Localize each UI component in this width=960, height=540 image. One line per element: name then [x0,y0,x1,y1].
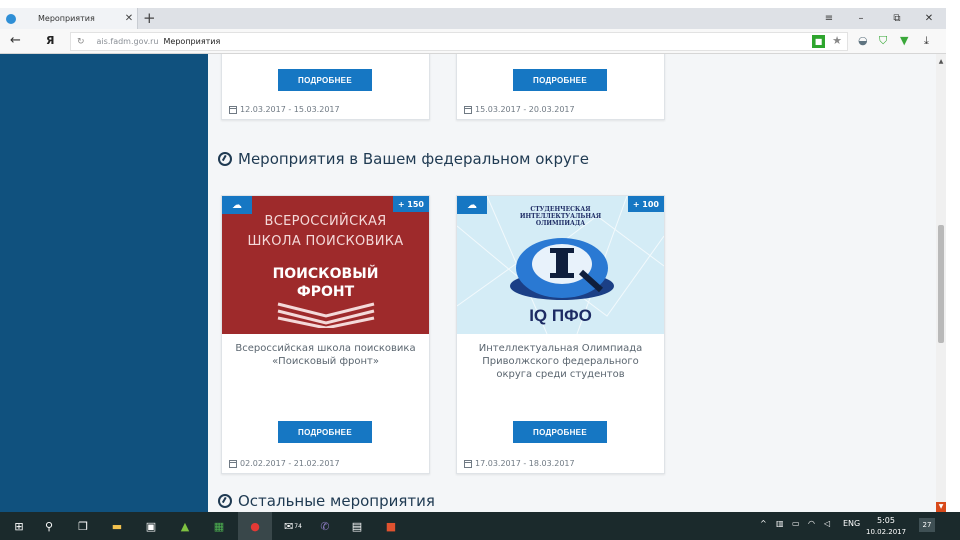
page-content: ПОДРОБНЕЕ 12.03.2017 - 15.03.2017 ПОДРОБ… [208,54,936,512]
tab-bar: Мероприятия ✕ + ≡ – ⧉ ✕ [0,8,946,29]
event-title[interactable]: Всероссийская школа поисковика «Поисковы… [230,342,421,368]
compass-icon [218,494,232,508]
wifi-icon[interactable]: ◠ [808,519,815,528]
powerpoint-icon[interactable]: ■ [374,512,408,540]
points-badge: + 100 [627,196,664,212]
screen: Мероприятия ✕ + ≡ – ⧉ ✕ ← Я ↻ ais.fadm.g… [0,0,960,540]
windows-start-icon[interactable]: ⊞ [2,512,36,540]
clock-time[interactable]: 5:05 [877,516,895,525]
store-icon[interactable]: ▣ [134,512,168,540]
clock-date[interactable]: 10.02.2017 [866,528,906,536]
image-text: ВСЕРОССИЙСКАЯ [264,214,387,229]
image-text: ПОИСКОВЫЙ [272,266,379,282]
close-window-button[interactable]: ✕ [914,8,944,29]
security-lock-icon[interactable]: ■ [812,35,825,48]
details-button[interactable]: ПОДРОБНЕЕ [278,421,372,443]
calculator-icon[interactable]: ▤ [340,512,374,540]
calendar-icon [229,105,237,114]
section-heading-other: Остальные мероприятия [218,492,435,510]
file-explorer-icon[interactable]: ▬ [100,512,134,540]
url-page-title: Мероприятия [163,37,221,46]
tray-chevron-icon[interactable]: ^ [760,519,767,528]
tab-events[interactable]: Мероприятия ✕ [0,8,138,29]
reload-icon[interactable]: ↻ [77,37,85,47]
image-text: IQ ПФО [529,306,592,325]
back-button[interactable]: ← [10,33,21,48]
event-title[interactable]: Интеллектуальная Олимпиада Приволжского … [465,342,656,381]
spreadsheet-app-icon[interactable]: ▦ [202,512,236,540]
browser-menu-button[interactable]: ≡ [814,8,844,29]
mail-badge: 74 [294,522,302,530]
image-text: ШКОЛА ПОИСКОВИКА [247,234,404,249]
scroll-down-arrow-icon[interactable]: ▼ [936,502,946,512]
event-image[interactable]: СТУДЕНЧЕСКАЯ ИНТЕЛЛЕКТУАЛЬНАЯ ОЛИМПИАДА … [457,196,664,334]
new-tab-button[interactable]: + [143,9,156,27]
calendar-icon [464,105,472,114]
calendar-icon [229,459,237,468]
yandex-browser-icon[interactable]: ● [238,512,272,540]
scroll-up-arrow-icon[interactable]: ▲ [936,58,946,65]
points-badge: + 150 [392,196,429,212]
site-favicon-icon [6,13,16,24]
tab-close-icon[interactable]: ✕ [121,13,137,24]
url-domain: ais.fadm.gov.ru [96,37,159,46]
event-card-iq-olympiad[interactable]: СТУДЕНЧЕСКАЯ ИНТЕЛЛЕКТУАЛЬНАЯ ОЛИМПИАДА … [456,195,665,474]
event-dates: 12.03.2017 - 15.03.2017 [229,105,340,114]
browser-window: Мероприятия ✕ + ≡ – ⧉ ✕ ← Я ↻ ais.fadm.g… [0,8,946,512]
russia-map-icon: ☁ [222,196,252,214]
address-bar: ← Я ↻ ais.fadm.gov.ru Мероприятия ■ ★ ◒ … [0,29,946,54]
task-view-icon[interactable]: ❐ [66,512,100,540]
compass-icon [218,152,232,166]
adblock-shield-icon[interactable]: ⛉ [879,34,887,48]
download-icon[interactable]: ⤓ [924,34,929,48]
event-card: ПОДРОБНЕЕ 15.03.2017 - 20.03.2017 [456,54,665,120]
event-dates: 17.03.2017 - 18.03.2017 [464,459,575,468]
network-icon[interactable]: ▥ [776,519,784,528]
minimize-button[interactable]: – [846,8,876,29]
notification-center-icon[interactable]: 27 [919,518,935,532]
site-sidebar [0,54,208,512]
restore-button[interactable]: ⧉ [882,8,912,29]
details-button[interactable]: ПОДРОБНЕЕ [513,69,607,91]
photos-icon[interactable]: ▲ [168,512,202,540]
language-indicator[interactable]: ENG [843,519,860,528]
event-card-search-front[interactable]: ВСЕРОССИЙСКАЯ ШКОЛА ПОИСКОВИКА ПОИСКОВЫЙ… [221,195,430,474]
section-heading-federal: Мероприятия в Вашем федеральном округе [218,150,589,168]
details-button[interactable]: ПОДРОБНЕЕ [513,421,607,443]
chevron-stripes-icon [277,302,375,328]
volume-icon[interactable]: ◁ [824,519,830,528]
windows-taskbar: ⊞ ⚲ ❐ ▬ ▣ ▲ ▦ ● ✉ 74 ✆ ▤ ■ ^ ▥ ▭ ◠ ◁ ENG … [0,512,960,540]
viber-icon[interactable]: ✆ [308,512,342,540]
bookmark-star-icon[interactable]: ★ [832,34,842,47]
calendar-icon [464,459,472,468]
scrollbar-thumb[interactable] [938,225,944,343]
tab-title: Мероприятия [38,14,95,23]
protect-extension-icon[interactable]: ◒ [858,34,868,47]
event-image[interactable]: ВСЕРОССИЙСКАЯ ШКОЛА ПОИСКОВИКА ПОИСКОВЫЙ… [222,196,429,334]
iq-logo-icon [510,238,614,300]
details-button[interactable]: ПОДРОБНЕЕ [278,69,372,91]
russia-map-icon: ☁ [457,196,487,214]
search-icon[interactable]: ⚲ [32,512,66,540]
mail-icon[interactable]: ✉ 74 [276,512,310,540]
yandex-button[interactable]: Я [46,34,54,47]
event-dates: 02.02.2017 - 21.02.2017 [229,459,340,468]
page-scrollbar[interactable]: ▲ ▼ [936,54,946,512]
url-field[interactable]: ↻ ais.fadm.gov.ru Мероприятия ■ ★ [70,32,848,51]
image-text: ФРОНТ [296,284,355,300]
green-extension-icon[interactable]: ▼ [900,34,908,47]
event-dates: 15.03.2017 - 20.03.2017 [464,105,575,114]
battery-icon[interactable]: ▭ [792,519,800,528]
event-card: ПОДРОБНЕЕ 12.03.2017 - 15.03.2017 [221,54,430,120]
